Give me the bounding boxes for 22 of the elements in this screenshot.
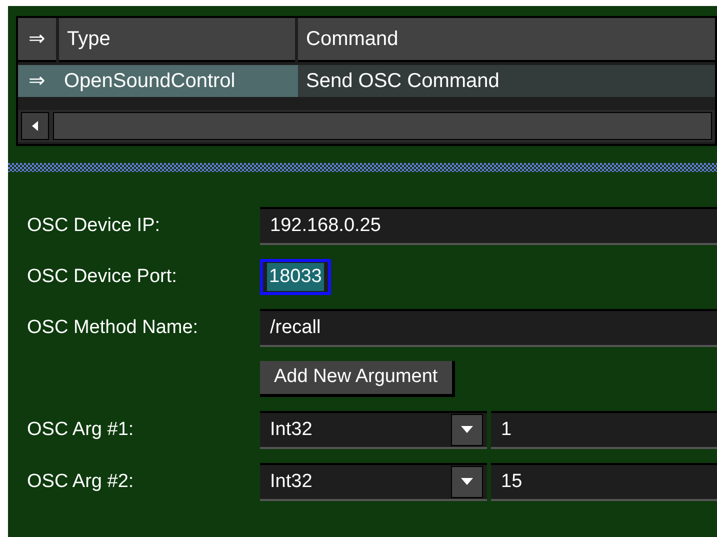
add-argument-button[interactable]: Add New Argument [260, 361, 455, 397]
field-label: OSC Arg #2: [27, 470, 135, 494]
field-label: OSC Device IP: [27, 214, 162, 238]
table-cell[interactable]: Send OSC Command [298, 65, 715, 97]
input-field[interactable]: /recall [260, 309, 717, 347]
scroll-left-icon[interactable] [21, 112, 49, 140]
table-cell[interactable]: OpenSoundControl [56, 65, 298, 97]
field-label: OSC Device Port: [27, 264, 178, 289]
splitter-handle[interactable] [8, 163, 717, 172]
input-field[interactable]: 18033 [260, 259, 331, 295]
input-field[interactable]: 15 [491, 463, 717, 501]
table-cell[interactable]: ⇒ [18, 65, 56, 97]
column-header[interactable]: ⇒ [18, 18, 56, 62]
field-label: OSC Method Name: [27, 316, 200, 340]
column-header[interactable]: Command [298, 18, 715, 62]
field-label: OSC Arg #1: [27, 418, 135, 442]
type-dropdown[interactable]: Int32 [260, 411, 487, 449]
input-field[interactable]: 1 [491, 411, 717, 449]
column-header[interactable]: Type [59, 18, 295, 62]
input-field[interactable]: 192.168.0.25 [260, 207, 717, 245]
horizontal-scrollbar[interactable] [18, 110, 715, 142]
type-dropdown[interactable]: Int32 [260, 463, 487, 501]
